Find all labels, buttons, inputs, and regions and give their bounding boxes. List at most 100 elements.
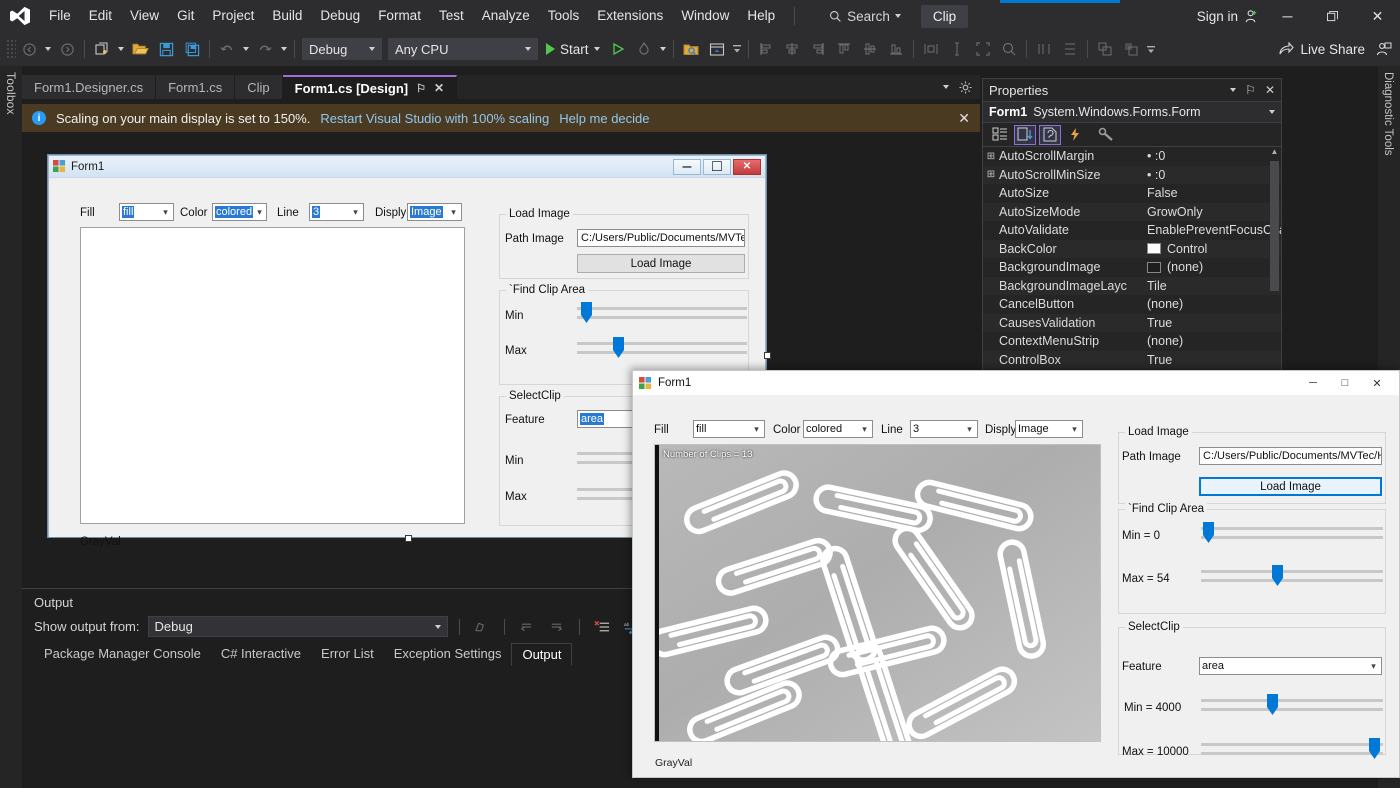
solution-badge[interactable]: Clip (920, 4, 969, 28)
tab-form1-cs[interactable]: Form1.cs (156, 75, 236, 99)
menu-build[interactable]: Build (263, 0, 311, 32)
scroll-up-icon[interactable]: ▲ (1270, 147, 1279, 160)
save-all-icon[interactable] (180, 37, 204, 61)
property-row[interactable]: CausesValidation True (983, 313, 1281, 332)
toolbox-rail[interactable]: Toolbox (0, 66, 22, 788)
horizontal-spacing-icon[interactable] (1032, 37, 1056, 61)
designer-display-combo[interactable]: Image ▾ (407, 203, 462, 221)
save-icon[interactable] (154, 37, 178, 61)
designer-load-image-button[interactable]: Load Image (577, 254, 745, 273)
slider-thumb[interactable] (613, 337, 624, 358)
clear-output-icon[interactable] (591, 617, 613, 637)
navigate-backward-button[interactable] (17, 37, 41, 61)
slider-thumb[interactable] (1369, 738, 1380, 759)
run-find-max-slider[interactable] (1201, 565, 1383, 586)
resize-handle-bottom[interactable] (405, 535, 412, 542)
menu-test[interactable]: Test (430, 0, 473, 32)
menu-window[interactable]: Window (672, 0, 738, 32)
designer-line-combo[interactable]: 3 ▾ (309, 203, 364, 221)
run-fill-combo[interactable]: fill ▾ (693, 420, 765, 438)
toolbar-overflow-icon[interactable] (731, 37, 743, 61)
menu-git[interactable]: Git (168, 0, 203, 32)
slider-thumb[interactable] (581, 302, 592, 323)
zoom-icon[interactable] (997, 37, 1021, 61)
bottom-tab-exception-settings[interactable]: Exception Settings (384, 643, 512, 666)
menu-analyze[interactable]: Analyze (473, 0, 539, 32)
properties-window-icon[interactable] (705, 37, 729, 61)
sign-in-button[interactable]: Sign in (1191, 9, 1265, 24)
go-to-previous-icon[interactable] (516, 617, 538, 637)
property-value[interactable]: True (1147, 316, 1281, 330)
gear-icon[interactable] (959, 80, 972, 94)
show-output-from-combo[interactable]: Debug (147, 616, 448, 637)
property-row[interactable]: CancelButton (none) (983, 295, 1281, 314)
run-line-combo[interactable]: 3 ▾ (910, 420, 978, 438)
running-form1-window[interactable]: Form1 ─ □ ✕ Fill fill ▾ Color colored ▾ … (632, 370, 1400, 778)
scrollbar-thumb[interactable] (1270, 161, 1279, 291)
alphabetical-icon[interactable] (1014, 124, 1036, 145)
property-value[interactable]: (none) (1147, 334, 1281, 348)
run-form-maximize-button[interactable]: □ (1329, 371, 1361, 395)
configuration-combo[interactable]: Debug (302, 38, 382, 60)
make-same-height-icon[interactable] (945, 37, 969, 61)
designer-form-maximize[interactable]: □ (703, 158, 731, 175)
bottom-tab-csharp-interactive[interactable]: C# Interactive (211, 643, 311, 666)
run-feature-combo[interactable]: area ▾ (1199, 657, 1382, 675)
menu-edit[interactable]: Edit (80, 0, 121, 32)
designer-find-min-slider[interactable] (577, 302, 747, 323)
properties-pin-icon[interactable]: ⚐ (1245, 83, 1256, 97)
property-value[interactable]: (none) (1147, 297, 1281, 311)
window-minimize-button[interactable]: ─ (1265, 0, 1310, 32)
align-middles-icon[interactable] (858, 37, 882, 61)
slider-thumb[interactable] (1272, 565, 1283, 586)
designer-find-max-slider[interactable] (577, 337, 747, 358)
property-row[interactable]: ⊞ AutoScrollMargin • :0 (983, 147, 1281, 166)
bottom-tab-error-list[interactable]: Error List (311, 643, 384, 666)
align-bottoms-icon[interactable] (884, 37, 908, 61)
start-without-debug-icon[interactable] (606, 37, 630, 61)
property-value[interactable]: EnablePreventFocusChan (1147, 223, 1281, 237)
window-restore-button[interactable] (1310, 0, 1355, 32)
events-icon[interactable] (1064, 125, 1086, 145)
window-close-button[interactable]: ✕ (1355, 0, 1400, 32)
properties-close-icon[interactable]: ✕ (1265, 83, 1275, 97)
designer-fill-combo[interactable]: fill ▾ (119, 203, 174, 221)
designer-form-minimize[interactable]: – (673, 158, 701, 175)
property-value[interactable]: Tile (1147, 279, 1281, 293)
align-tops-icon[interactable] (832, 37, 856, 61)
run-display-combo[interactable]: Image ▾ (1015, 420, 1083, 438)
property-value[interactable]: • :0 (1147, 149, 1281, 163)
clear-all-icon[interactable] (471, 617, 493, 637)
menu-format[interactable]: Format (369, 0, 430, 32)
property-pages-icon[interactable] (1095, 125, 1117, 145)
go-to-next-icon[interactable] (546, 617, 568, 637)
platform-combo[interactable]: Any CPU (388, 38, 538, 60)
menu-debug[interactable]: Debug (311, 0, 369, 32)
run-find-min-slider[interactable] (1201, 522, 1383, 543)
new-project-dropdown[interactable] (116, 37, 126, 61)
run-select-min-slider[interactable] (1201, 694, 1383, 715)
align-lefts-icon[interactable] (754, 37, 778, 61)
property-row[interactable]: AutoValidate EnablePreventFocusChan (983, 221, 1281, 240)
resize-handle-right[interactable] (764, 352, 771, 359)
menu-view[interactable]: View (121, 0, 168, 32)
run-form-minimize-button[interactable]: ─ (1297, 371, 1329, 395)
property-row[interactable]: AutoSize False (983, 184, 1281, 203)
size-to-grid-icon[interactable] (971, 37, 995, 61)
align-centers-icon[interactable] (780, 37, 804, 61)
tab-form1-designer-cs[interactable]: Form1.Designer.cs (22, 75, 157, 99)
layout-overflow-icon[interactable] (1145, 37, 1157, 61)
run-load-image-button[interactable]: Load Image (1199, 477, 1382, 496)
designer-color-combo[interactable]: colored ▾ (212, 203, 267, 221)
vertical-spacing-icon[interactable] (1058, 37, 1082, 61)
properties-scrollbar[interactable]: ▲ (1270, 147, 1279, 369)
help-me-decide-link[interactable]: Help me decide (559, 111, 649, 126)
run-color-combo[interactable]: colored ▾ (803, 420, 873, 438)
info-bar-close-icon[interactable]: ✕ (958, 110, 970, 127)
properties-object-selector[interactable]: Form1 System.Windows.Forms.Form (983, 101, 1281, 123)
property-row[interactable]: BackgroundImageLayc Tile (983, 276, 1281, 295)
tab-clip[interactable]: Clip (235, 75, 283, 99)
solution-explorer-icon[interactable] (679, 37, 703, 61)
tab-form1-cs-design[interactable]: Form1.cs [Design] ⚐ ✕ (282, 75, 458, 99)
menu-extensions[interactable]: Extensions (588, 0, 672, 32)
